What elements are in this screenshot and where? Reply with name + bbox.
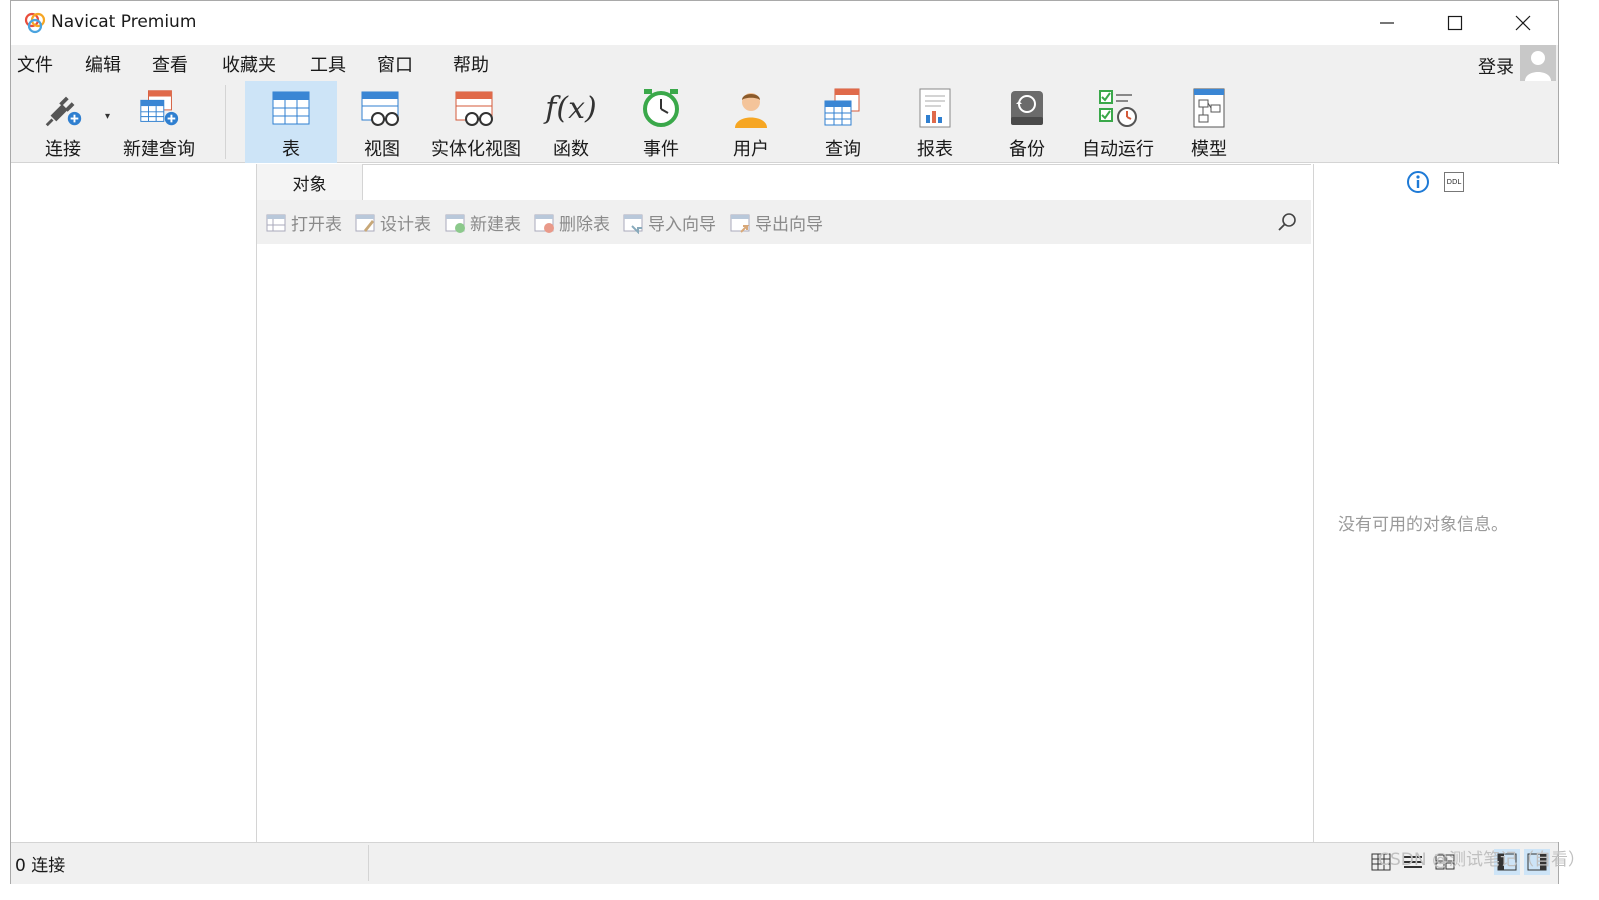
table-icon	[272, 91, 310, 125]
toolbar-label: 函数	[553, 139, 589, 160]
object-pane: 对象 打开表 设计表 新建表 删除表 导入向导 导出向导	[257, 164, 1311, 842]
toolbar-label: 报表	[917, 139, 953, 160]
toolbar-backup-button[interactable]: 备份	[995, 81, 1059, 163]
query-icon	[824, 88, 860, 126]
close-button[interactable]	[1490, 1, 1556, 45]
toolbar-connect-button[interactable]: 连接	[31, 81, 95, 163]
toolbar-label: 查询	[825, 139, 861, 160]
toolbar-label: 用户	[733, 139, 769, 160]
delete-table-icon	[534, 214, 554, 233]
toolbar-new-query-button[interactable]: 新建查询	[121, 81, 197, 163]
login-link[interactable]: 登录	[1478, 53, 1514, 79]
toolbar-materialized-view-button[interactable]: 实体化视图	[429, 81, 523, 163]
menu-bar: 文件 编辑 查看 收藏夹 工具 窗口 帮助 登录	[11, 45, 1558, 81]
design-table-icon	[355, 214, 375, 232]
import-wizard-button[interactable]: 导入向导	[622, 210, 716, 235]
new-table-icon	[445, 214, 465, 233]
toolbar-label: 自动运行	[1082, 139, 1154, 160]
export-icon	[730, 214, 750, 233]
menu-help[interactable]: 帮助	[453, 51, 489, 77]
chevron-down-icon[interactable]: ▾	[105, 111, 110, 122]
tab-bar-empty	[363, 164, 1311, 200]
menu-favorites[interactable]: 收藏夹	[222, 51, 276, 77]
toolbar-label: 表	[282, 139, 300, 160]
object-toolbar: 打开表 设计表 新建表 删除表 导入向导 导出向导	[257, 200, 1311, 244]
menu-file[interactable]: 文件	[17, 51, 53, 77]
export-wizard-button[interactable]: 导出向导	[729, 210, 823, 235]
model-icon	[1193, 88, 1225, 128]
import-icon	[623, 214, 643, 234]
info-pane: DDL 没有可用的对象信息。	[1313, 164, 1559, 842]
toolbar-event-button[interactable]: 事件	[629, 81, 693, 163]
minimize-button[interactable]	[1354, 1, 1420, 45]
info-icon[interactable]	[1406, 170, 1430, 194]
main-toolbar: 连接 ▾ 新建查询 表 视图 实体化视图 f(x) 函数 事件 用户 查询 报表…	[11, 81, 1558, 163]
new-table-button[interactable]: 新建表	[444, 210, 521, 235]
new-table-label: 新建表	[470, 215, 521, 235]
title-bar: Navicat Premium	[11, 1, 1558, 45]
toolbar-automation-button[interactable]: 自动运行	[1079, 81, 1157, 163]
toolbar-label: 模型	[1191, 139, 1227, 160]
tab-bar: 对象	[257, 164, 1311, 200]
toolbar-label: 实体化视图	[431, 139, 521, 160]
tab-objects[interactable]: 对象	[257, 164, 363, 200]
design-table-button[interactable]: 设计表	[354, 210, 431, 235]
report-icon	[919, 88, 951, 128]
plug-icon	[45, 96, 82, 127]
menu-edit[interactable]: 编辑	[85, 51, 121, 77]
connection-tree-pane[interactable]	[11, 164, 257, 842]
menu-view[interactable]: 查看	[152, 51, 188, 77]
connection-count: 0 连接	[15, 856, 66, 876]
status-separator	[368, 845, 369, 881]
avatar-user-icon	[1525, 51, 1551, 81]
close-icon	[1515, 15, 1531, 31]
open-table-label: 打开表	[291, 215, 342, 235]
materialized-view-icon	[455, 91, 493, 126]
import-wizard-label: 导入向导	[648, 215, 716, 235]
object-list-area[interactable]	[261, 244, 1307, 842]
delete-table-label: 删除表	[559, 215, 610, 235]
toolbar-label: 视图	[364, 139, 400, 160]
user-icon	[735, 93, 767, 128]
status-bar: 0 连接	[11, 842, 1558, 884]
toolbar-user-button[interactable]: 用户	[719, 81, 783, 163]
app-window: Navicat Premium 文件 编辑 查看 收藏夹 工具 窗口 帮助 登录	[10, 0, 1559, 884]
toolbar-table-button[interactable]: 表	[245, 81, 337, 163]
maximize-icon	[1447, 15, 1463, 31]
automation-icon	[1099, 90, 1137, 127]
toolbar-label: 事件	[643, 139, 679, 160]
ddl-icon[interactable]: DDL	[1444, 172, 1464, 192]
background-edge	[1560, 0, 1599, 900]
search-icon[interactable]	[1277, 212, 1297, 232]
minimize-icon	[1380, 22, 1394, 24]
no-info-message: 没有可用的对象信息。	[1338, 515, 1508, 535]
export-wizard-label: 导出向导	[755, 215, 823, 235]
new-query-icon	[140, 90, 179, 126]
toolbar-query-button[interactable]: 查询	[811, 81, 875, 163]
navicat-logo-icon	[24, 12, 46, 34]
design-table-label: 设计表	[380, 215, 431, 235]
toolbar-label: 连接	[45, 139, 81, 160]
backup-icon	[1011, 91, 1043, 125]
menu-tools[interactable]: 工具	[310, 51, 346, 77]
watermark: CSDN @测试笔记（自看）	[1378, 850, 1585, 870]
function-icon: f(x)	[545, 90, 597, 126]
toolbar-model-button[interactable]: 模型	[1177, 81, 1241, 163]
menu-window[interactable]: 窗口	[377, 51, 413, 77]
toolbar-view-button[interactable]: 视图	[347, 81, 417, 163]
open-table-icon	[266, 214, 286, 231]
delete-table-button[interactable]: 删除表	[533, 210, 610, 235]
toolbar-function-button[interactable]: f(x) 函数	[539, 81, 603, 163]
toolbar-label: 新建查询	[123, 139, 195, 160]
view-icon	[361, 91, 399, 126]
avatar[interactable]	[1520, 45, 1556, 81]
window-title: Navicat Premium	[51, 12, 197, 32]
toolbar-report-button[interactable]: 报表	[903, 81, 967, 163]
clock-icon	[643, 89, 679, 127]
toolbar-label: 备份	[1009, 139, 1045, 160]
open-table-button[interactable]: 打开表	[265, 210, 342, 235]
maximize-button[interactable]	[1422, 1, 1488, 45]
toolbar-separator	[225, 85, 226, 159]
